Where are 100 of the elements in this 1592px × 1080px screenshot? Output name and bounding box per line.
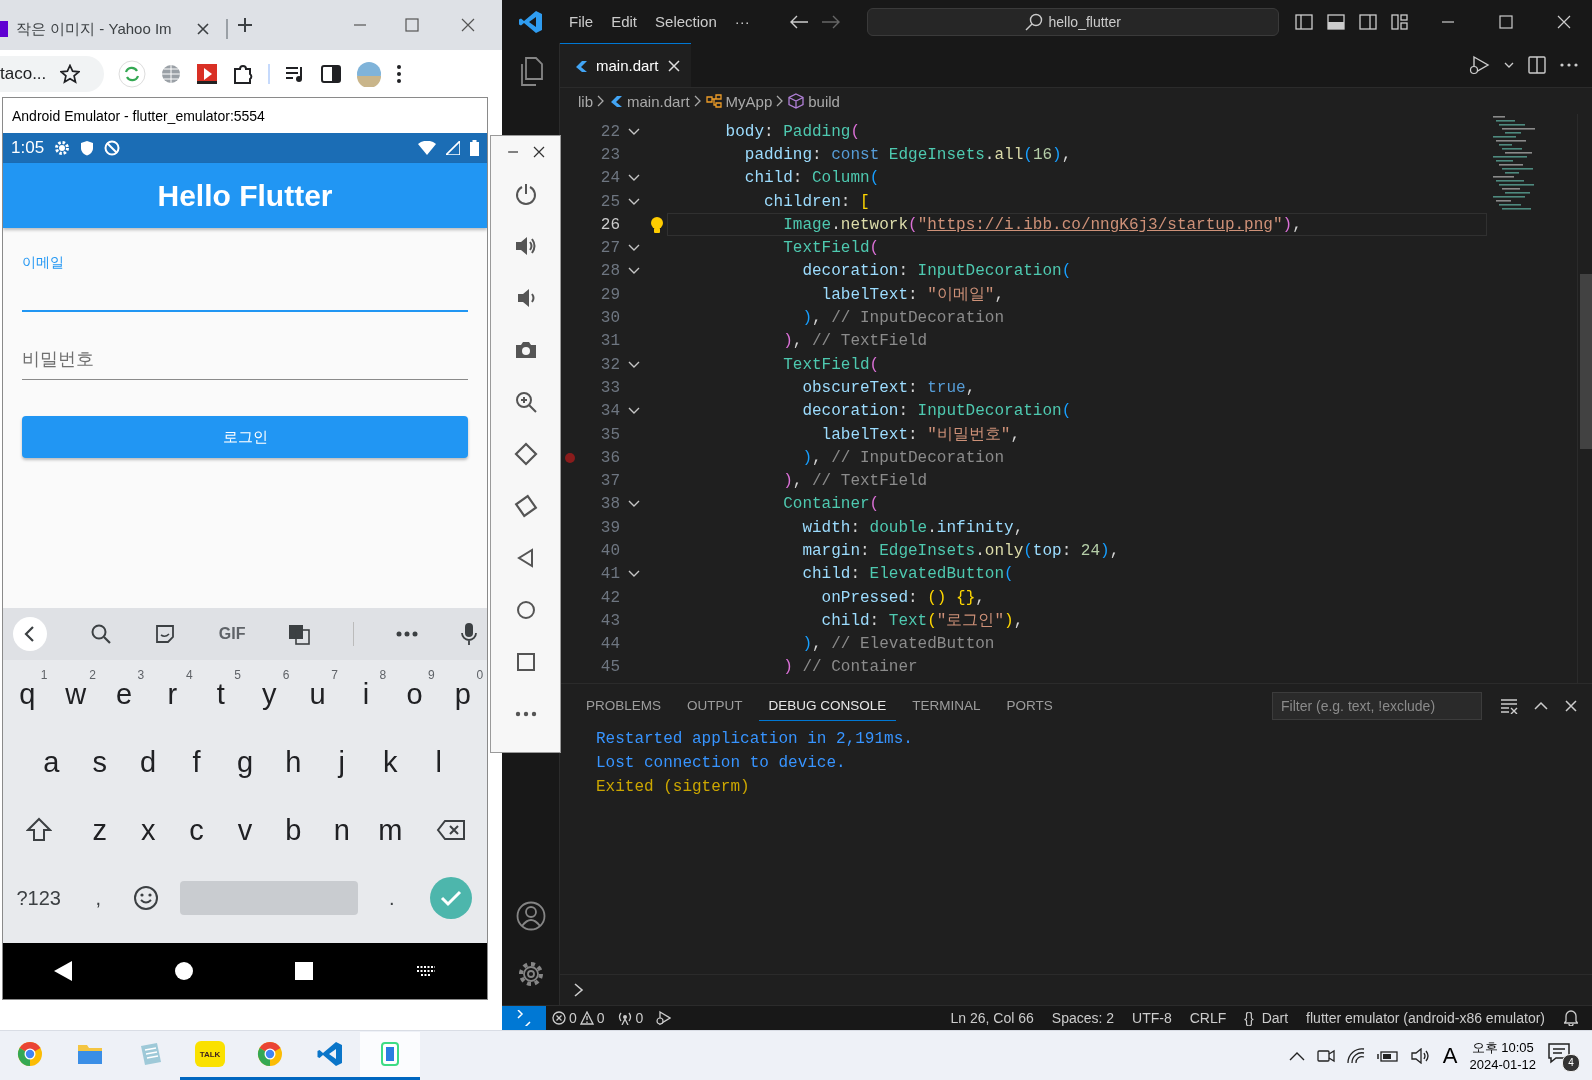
keyboard-key[interactable]: y 6 <box>245 660 294 728</box>
breadcrumb[interactable]: main.dart <box>609 92 690 110</box>
ports-status[interactable]: 0 <box>610 1006 650 1030</box>
fold-chevron-icon[interactable] <box>627 570 640 579</box>
status-item[interactable]: CRLF <box>1180 1006 1236 1030</box>
scrollbar-thumb[interactable] <box>1580 274 1592 449</box>
side-panel-icon[interactable] <box>320 62 342 85</box>
close-icon[interactable] <box>196 22 210 36</box>
status-item[interactable]: Spaces: 2 <box>1042 1006 1124 1030</box>
menu-item[interactable]: Selection <box>646 9 726 34</box>
more-icon[interactable] <box>396 63 402 84</box>
clear-console-icon[interactable] <box>1500 698 1518 714</box>
zoom-icon[interactable] <box>513 390 538 414</box>
editor-tab[interactable]: main.dart <box>560 43 691 87</box>
keyboard-key[interactable]: c <box>172 796 221 864</box>
panel-tab[interactable]: TERMINAL <box>902 691 991 721</box>
breadcrumb[interactable]: build <box>788 92 840 110</box>
keyboard-key[interactable]: s <box>75 728 124 796</box>
keyboard-key[interactable]: v <box>220 796 270 864</box>
battery-icon[interactable] <box>1376 1048 1399 1063</box>
language-status[interactable]: {} Dart <box>1235 1006 1298 1030</box>
speaker-icon[interactable] <box>1410 1047 1431 1064</box>
address-bar[interactable]: taco... <box>0 55 104 92</box>
status-item[interactable]: UTF-8 <box>1123 1006 1181 1030</box>
input-method-indicator[interactable]: A <box>1442 1042 1458 1069</box>
fold-chevron-icon[interactable] <box>627 500 640 509</box>
panel-layout-icon[interactable] <box>1327 12 1345 31</box>
fold-chevron-icon[interactable] <box>627 244 640 253</box>
check-icon[interactable] <box>430 877 473 919</box>
chevron-down-icon[interactable] <box>1504 61 1514 69</box>
split-editor-icon[interactable] <box>1528 56 1546 74</box>
fold-chevron-icon[interactable] <box>627 407 640 416</box>
camera-icon[interactable] <box>1316 1047 1335 1064</box>
emoji-icon[interactable] <box>132 885 159 911</box>
home-icon[interactable] <box>174 962 193 980</box>
filter-field[interactable]: Filter (e.g. text, !exclude) <box>1272 692 1482 720</box>
split-layout-icon[interactable] <box>1359 12 1377 31</box>
power-icon[interactable] <box>513 182 538 206</box>
debug-icon[interactable] <box>655 1010 672 1026</box>
search-icon[interactable] <box>89 623 112 645</box>
backspace-icon[interactable] <box>435 819 466 841</box>
keyboard-key[interactable]: t 5 <box>196 660 246 728</box>
panel-tab[interactable]: PORTS <box>996 691 1063 721</box>
keyboard-key[interactable]: h <box>269 728 318 796</box>
keyboard-key[interactable]: r 4 <box>148 660 197 728</box>
volume-up-icon[interactable] <box>513 234 538 258</box>
notification-icon[interactable] <box>1548 1041 1570 1064</box>
star-icon[interactable] <box>60 63 81 84</box>
overview-icon[interactable] <box>295 962 314 980</box>
period-key[interactable]: . <box>368 864 416 932</box>
back-chevron-icon[interactable] <box>13 617 47 651</box>
menu-item[interactable]: ··· <box>725 9 759 34</box>
panel-tab[interactable]: PROBLEMS <box>576 691 672 721</box>
taskbar-app[interactable]: TALK <box>180 1031 240 1080</box>
panel-tab[interactable]: OUTPUT <box>677 691 753 721</box>
sidebar-layout-icon[interactable] <box>1295 12 1313 31</box>
fold-chevron-icon[interactable] <box>627 174 640 183</box>
keyboard-key[interactable]: x <box>124 796 173 864</box>
menu-item[interactable]: Edit <box>602 9 647 34</box>
close-icon[interactable] <box>460 17 476 33</box>
rotate-left-icon[interactable] <box>513 442 538 466</box>
status-item[interactable]: Ln 26, Col 66 <box>941 1006 1043 1030</box>
grid-layout-icon[interactable] <box>1391 12 1409 31</box>
back-icon[interactable] <box>54 961 73 981</box>
rotate-right-icon[interactable] <box>513 494 538 518</box>
taskbar-app[interactable] <box>360 1031 420 1080</box>
fold-chevron-icon[interactable] <box>627 197 640 206</box>
keyboard-key[interactable]: f <box>172 728 221 796</box>
symbols-key[interactable]: ?123 <box>3 864 75 932</box>
translate-icon[interactable] <box>288 623 311 645</box>
refresh-icon[interactable] <box>118 59 146 88</box>
keyboard-key[interactable]: d <box>123 728 173 796</box>
gif-button[interactable]: GIF <box>218 625 246 643</box>
globe-icon[interactable] <box>160 62 182 85</box>
sticker-icon[interactable] <box>154 623 177 645</box>
command-center[interactable]: hello_flutter <box>866 7 1279 36</box>
close-icon[interactable] <box>532 146 545 158</box>
fold-chevron-icon[interactable] <box>627 267 640 276</box>
clock[interactable]: 오후 10:05 2024-01-12 <box>1469 1038 1536 1073</box>
device-status[interactable]: flutter emulator (android-x86 emulator) <box>1297 1006 1554 1030</box>
keyboard-key[interactable]: n <box>317 796 367 864</box>
comma-key[interactable]: , <box>74 864 122 932</box>
microphone-icon[interactable] <box>460 622 477 646</box>
keyboard-key[interactable]: m <box>366 796 415 864</box>
account-icon[interactable] <box>515 901 546 931</box>
keyboard-key[interactable]: k <box>366 728 415 796</box>
run-debug-icon[interactable] <box>1468 55 1490 75</box>
maximize-icon[interactable] <box>404 17 420 33</box>
keyboard-key[interactable]: j <box>317 728 367 796</box>
keyboard-key[interactable]: z <box>75 796 124 864</box>
shift-icon[interactable] <box>26 817 53 843</box>
keyboard-key[interactable]: l <box>414 728 463 796</box>
keyboard-key[interactable]: i 8 <box>341 660 391 728</box>
menu-item[interactable]: File <box>560 9 603 34</box>
breadcrumb[interactable]: MyApp <box>705 92 773 110</box>
keyboard-icon[interactable] <box>415 965 436 977</box>
prompt-chevron-icon[interactable] <box>574 983 584 997</box>
video-icon[interactable] <box>196 62 218 85</box>
breadcrumb[interactable]: lib <box>578 92 593 110</box>
puzzle-icon[interactable] <box>232 62 254 85</box>
